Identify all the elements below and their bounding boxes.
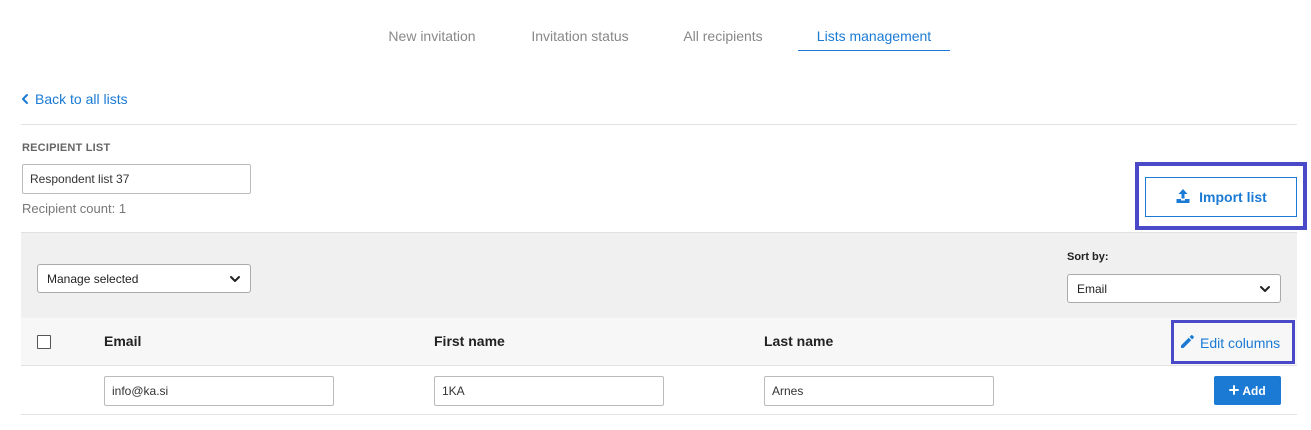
add-recipient-button[interactable]: Add [1214, 376, 1281, 405]
edit-columns-label: Edit columns [1200, 335, 1281, 351]
sort-by-value: Email [1077, 281, 1108, 296]
recipient-list-label: RECIPIENT LIST [22, 142, 111, 154]
section-divider [21, 124, 1297, 125]
list-toolbar: Manage selected Sort by: Email [21, 232, 1297, 318]
back-link-label: Back to all lists [35, 91, 128, 107]
import-list-label: Import list [1199, 189, 1267, 205]
first-name-field[interactable] [434, 376, 664, 406]
top-nav: New invitation Invitation status All rec… [0, 22, 1311, 52]
chevron-down-icon [1259, 282, 1271, 296]
list-name-input[interactable] [22, 164, 251, 194]
tab-new-invitation[interactable]: New invitation [372, 22, 492, 51]
tab-all-recipients[interactable]: All recipients [670, 22, 776, 51]
tab-lists-management[interactable]: Lists management [798, 22, 950, 51]
chevron-down-icon [229, 272, 241, 286]
plus-icon [1229, 384, 1240, 398]
pencil-icon [1180, 334, 1195, 352]
chevron-left-icon [21, 92, 31, 106]
upload-icon [1175, 188, 1191, 207]
back-to-all-lists-link[interactable]: Back to all lists [21, 91, 128, 107]
add-label: Add [1242, 383, 1266, 398]
edit-columns-button[interactable]: Edit columns [1180, 334, 1280, 352]
table-header: Email First name Last name [21, 318, 1297, 366]
column-header-email[interactable]: Email [104, 333, 141, 349]
manage-selected-dropdown[interactable]: Manage selected [37, 264, 251, 293]
sort-by-dropdown[interactable]: Email [1067, 274, 1281, 303]
last-name-field[interactable] [764, 376, 994, 406]
email-field[interactable] [104, 376, 334, 406]
table-row: Add [21, 367, 1297, 415]
column-header-first-name[interactable]: First name [434, 333, 505, 349]
sort-by-label: Sort by: [1067, 251, 1109, 263]
tab-invitation-status[interactable]: Invitation status [518, 22, 642, 51]
recipient-count: Recipient count: 1 [22, 201, 127, 216]
import-list-button[interactable]: Import list [1145, 177, 1297, 217]
manage-selected-value: Manage selected [47, 271, 139, 286]
column-header-last-name[interactable]: Last name [764, 333, 833, 349]
select-all-checkbox[interactable] [37, 335, 51, 349]
